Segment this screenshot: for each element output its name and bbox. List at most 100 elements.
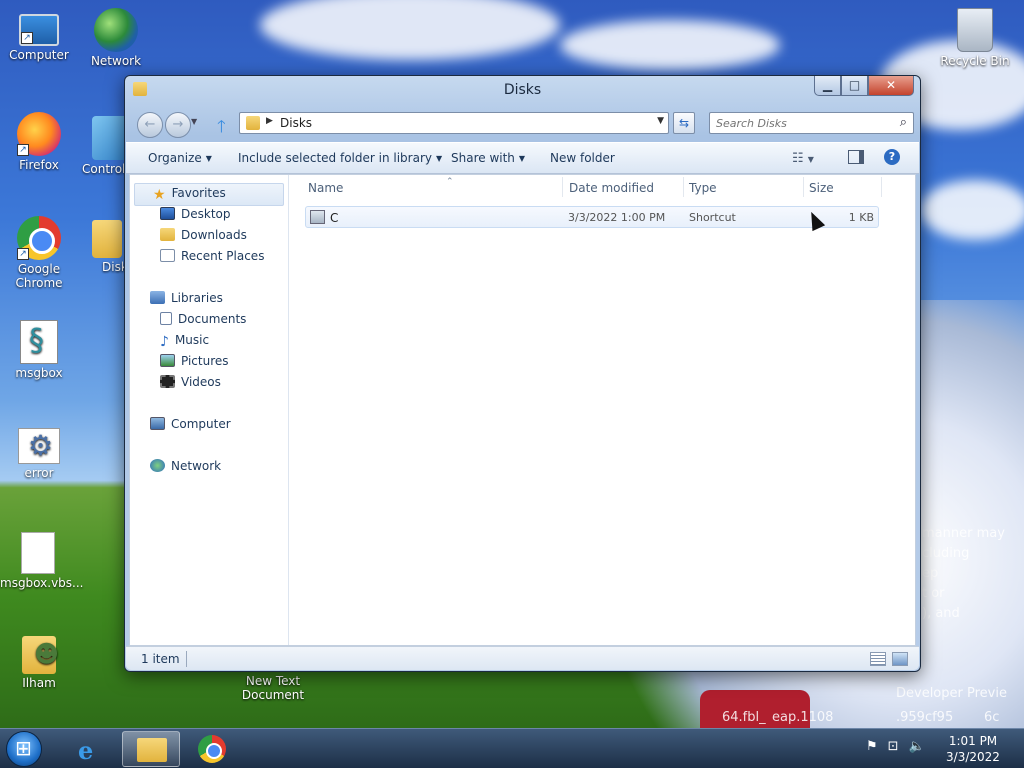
up-button[interactable]: 🡑 bbox=[217, 114, 226, 143]
close-button[interactable]: ✕ bbox=[868, 76, 914, 96]
nav-label: Recent Places bbox=[181, 249, 265, 263]
folder-icon bbox=[92, 220, 122, 258]
nav-label: Libraries bbox=[171, 291, 223, 305]
content-area: ★ Favorites Desktop Downloads Recent Plac… bbox=[129, 174, 916, 646]
column-divider[interactable] bbox=[562, 177, 563, 197]
column-divider[interactable] bbox=[881, 177, 882, 197]
wallpaper-text: 6c bbox=[984, 710, 1000, 725]
chevron-down-icon: ▼ bbox=[205, 154, 212, 163]
command-bar: Organize ▼ Include selected folder in lib… bbox=[126, 142, 919, 174]
firefox-icon: ↗ bbox=[17, 112, 61, 156]
downloads-folder-icon bbox=[160, 228, 175, 241]
organize-button[interactable]: Organize ▼ bbox=[148, 151, 212, 165]
taskbar-explorer[interactable] bbox=[122, 731, 180, 767]
nav-videos[interactable]: Videos bbox=[160, 375, 221, 389]
network-tray-icon[interactable]: ⊡ bbox=[888, 739, 899, 754]
desktop-icon-error[interactable]: error bbox=[1, 428, 77, 480]
explorer-window: Disks ▁ □ ✕ ← → ▼ 🡑 ▶ Disks ▼ ⇆ ⌕ Organi… bbox=[124, 75, 921, 672]
address-bar[interactable]: ▶ Disks ▼ bbox=[239, 112, 669, 134]
file-row[interactable]: C 3/3/2022 1:00 PM Shortcut 1 KB bbox=[305, 206, 879, 228]
chevron-down-icon: ▼ bbox=[657, 116, 664, 126]
desktop-icon-firefox[interactable]: ↗ Firefox bbox=[1, 112, 77, 172]
search-input[interactable] bbox=[716, 115, 886, 131]
wallpaper-text: 64.fbl_ bbox=[722, 710, 766, 725]
nav-pictures[interactable]: Pictures bbox=[160, 354, 229, 368]
navigation-bar: ← → ▼ 🡑 ▶ Disks ▼ ⇆ ⌕ bbox=[133, 109, 914, 139]
desktop-icon-new-text-document[interactable]: New Text Document bbox=[235, 674, 311, 702]
include-in-library-button[interactable]: Include selected folder in library ▼ bbox=[238, 151, 442, 165]
start-button[interactable] bbox=[6, 731, 42, 767]
title-bar[interactable]: Disks ▁ □ ✕ bbox=[125, 76, 920, 106]
change-view-button[interactable]: ☷ ▼ bbox=[792, 151, 814, 166]
search-icon[interactable]: ⌕ bbox=[900, 115, 907, 130]
desktop-icon-label: New Text bbox=[245, 674, 301, 688]
breadcrumb-disks[interactable]: Disks bbox=[280, 116, 312, 130]
desktop-icon-ilham[interactable]: Ilham bbox=[1, 632, 77, 690]
column-header-type[interactable]: Type bbox=[689, 181, 717, 195]
nav-downloads[interactable]: Downloads bbox=[160, 228, 247, 242]
nav-label: Pictures bbox=[181, 354, 229, 368]
desktop-icon-control-panel[interactable]: Control bbox=[78, 116, 126, 176]
recycle-bin-icon bbox=[957, 8, 993, 52]
cloud bbox=[560, 20, 780, 70]
column-divider[interactable] bbox=[683, 177, 684, 197]
wallpaper-text: Developer Previe bbox=[896, 686, 1007, 701]
nav-recent-places[interactable]: Recent Places bbox=[160, 249, 264, 263]
minimize-button[interactable]: ▁ bbox=[814, 76, 841, 96]
search-box[interactable]: ⌕ bbox=[709, 112, 914, 134]
chevron-down-icon: ▼ bbox=[435, 154, 443, 163]
help-icon: ? bbox=[888, 150, 896, 163]
refresh-button[interactable]: ⇆ bbox=[673, 112, 695, 134]
nav-music[interactable]: ♪ Music bbox=[160, 333, 209, 350]
nav-label: Computer bbox=[171, 417, 231, 431]
desktop-icon-msgbox[interactable]: msgbox bbox=[1, 320, 77, 380]
nav-label: Documents bbox=[178, 312, 247, 326]
new-folder-button[interactable]: New folder bbox=[550, 151, 615, 165]
desktop-icon-msgbox-vbs[interactable]: msgbox.vbs... bbox=[0, 532, 83, 590]
nav-favorites[interactable]: ★ Favorites bbox=[134, 183, 284, 206]
forward-button[interactable]: → bbox=[165, 112, 191, 138]
desktop-icon-label: Network bbox=[90, 54, 142, 68]
maximize-button[interactable]: □ bbox=[841, 76, 868, 96]
column-divider[interactable] bbox=[803, 177, 804, 197]
wallpaper-text: ep bbox=[922, 566, 939, 581]
recent-pages-button[interactable]: ▼ bbox=[191, 117, 197, 126]
desktop-icon-computer[interactable]: ↗ Computer bbox=[1, 8, 77, 62]
desktop-icon-network[interactable]: Network bbox=[78, 8, 154, 68]
nav-label: Music bbox=[174, 333, 210, 347]
include-in-library-label: Include selected folder in library bbox=[238, 151, 432, 165]
clock[interactable]: 1:01 PM 3/3/2022 bbox=[940, 733, 1006, 765]
status-bar: 1 item bbox=[126, 646, 919, 670]
help-button[interactable]: ? bbox=[884, 149, 900, 165]
column-label: Date modified bbox=[569, 181, 655, 195]
details-view-button[interactable] bbox=[870, 652, 886, 666]
desktop-icon-label: Computer bbox=[9, 48, 69, 62]
nav-documents[interactable]: Documents bbox=[160, 312, 246, 326]
breadcrumb-chevron-icon[interactable]: ▶ bbox=[266, 116, 273, 126]
desktop-icon-recycle-bin[interactable]: Recycle Bin bbox=[937, 8, 1013, 68]
volume-icon[interactable]: 🔈 bbox=[909, 739, 925, 754]
new-folder-label: New folder bbox=[550, 151, 615, 165]
column-header-date-modified[interactable]: Date modified bbox=[569, 181, 654, 195]
taskbar-chrome[interactable] bbox=[184, 731, 242, 767]
caption-buttons: ▁ □ ✕ bbox=[814, 76, 914, 96]
address-dropdown-button[interactable]: ▼ bbox=[657, 116, 664, 126]
nav-desktop[interactable]: Desktop bbox=[160, 207, 231, 221]
user-folder-icon bbox=[22, 636, 59, 674]
item-count: 1 item bbox=[141, 652, 180, 666]
nav-computer[interactable]: Computer bbox=[150, 417, 231, 431]
flag-icon[interactable]: ⚑ bbox=[866, 739, 878, 754]
back-button[interactable]: ← bbox=[137, 112, 163, 138]
details-view-icon: ☷ bbox=[792, 151, 804, 166]
close-icon: ✕ bbox=[885, 78, 897, 92]
desktop-icon-google-chrome[interactable]: ↗ Google Chrome bbox=[1, 216, 77, 290]
nav-libraries[interactable]: Libraries bbox=[150, 291, 223, 305]
desktop-icon-disks[interactable]: Disk bbox=[84, 216, 124, 274]
preview-pane-button[interactable] bbox=[848, 150, 864, 164]
share-with-button[interactable]: Share with ▼ bbox=[451, 151, 525, 165]
taskbar-internet-explorer[interactable]: e bbox=[60, 731, 118, 767]
nav-network[interactable]: Network bbox=[150, 459, 221, 473]
column-header-size[interactable]: Size bbox=[809, 181, 834, 195]
large-icons-view-button[interactable] bbox=[892, 652, 908, 666]
column-header-name[interactable]: Name ⌃ bbox=[308, 177, 454, 195]
